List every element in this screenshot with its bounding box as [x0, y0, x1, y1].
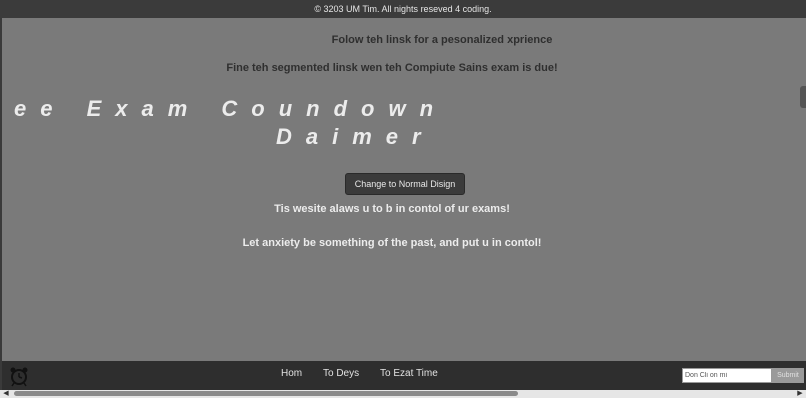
intro-text: Tis wesite alaws u to b in contol of ur … [274, 203, 510, 215]
arrow-right-icon[interactable]: ▶ [796, 390, 804, 398]
anxiety-text: Let anxiety be something of the past, an… [242, 237, 542, 249]
nav-to-exact-time[interactable]: To Ezat Time [380, 368, 438, 379]
main-content: Folow teh linsk for a pesonalized xprien… [2, 18, 806, 361]
copyright-bar: © 3203 UM Tim. All nights reseved 4 codi… [0, 0, 806, 18]
bottom-navbar: Hom To Deys To Ezat Time Submit [2, 361, 806, 390]
horizontal-scrollbar[interactable]: ◀ ▶ [0, 390, 806, 398]
personalized-links-text[interactable]: Folow teh linsk for a pesonalized xprien… [112, 34, 772, 46]
page-title-line-1: ee Exam Coundown [14, 96, 448, 121]
horizontal-scroll-thumb[interactable] [14, 391, 518, 396]
nav-to-days[interactable]: To Deys [323, 368, 359, 379]
copyright-text: © 3203 UM Tim. All nights reseved 4 codi… [314, 4, 492, 14]
arrow-left-icon[interactable]: ◀ [2, 390, 10, 398]
segmented-links-text[interactable]: Fine teh segmented linsk wen teh Compiut… [42, 62, 742, 74]
submit-button[interactable]: Submit [772, 368, 804, 383]
search-input[interactable] [682, 368, 772, 383]
alarm-clock-icon[interactable] [8, 365, 30, 387]
page-title-line-2: Daimer [276, 124, 435, 149]
nav-home[interactable]: Hom [281, 368, 302, 379]
vertical-scroll-handle[interactable] [800, 86, 806, 108]
change-design-button[interactable]: Change to Normal Disign [345, 173, 465, 195]
page: © 3203 UM Tim. All nights reseved 4 codi… [0, 0, 806, 398]
